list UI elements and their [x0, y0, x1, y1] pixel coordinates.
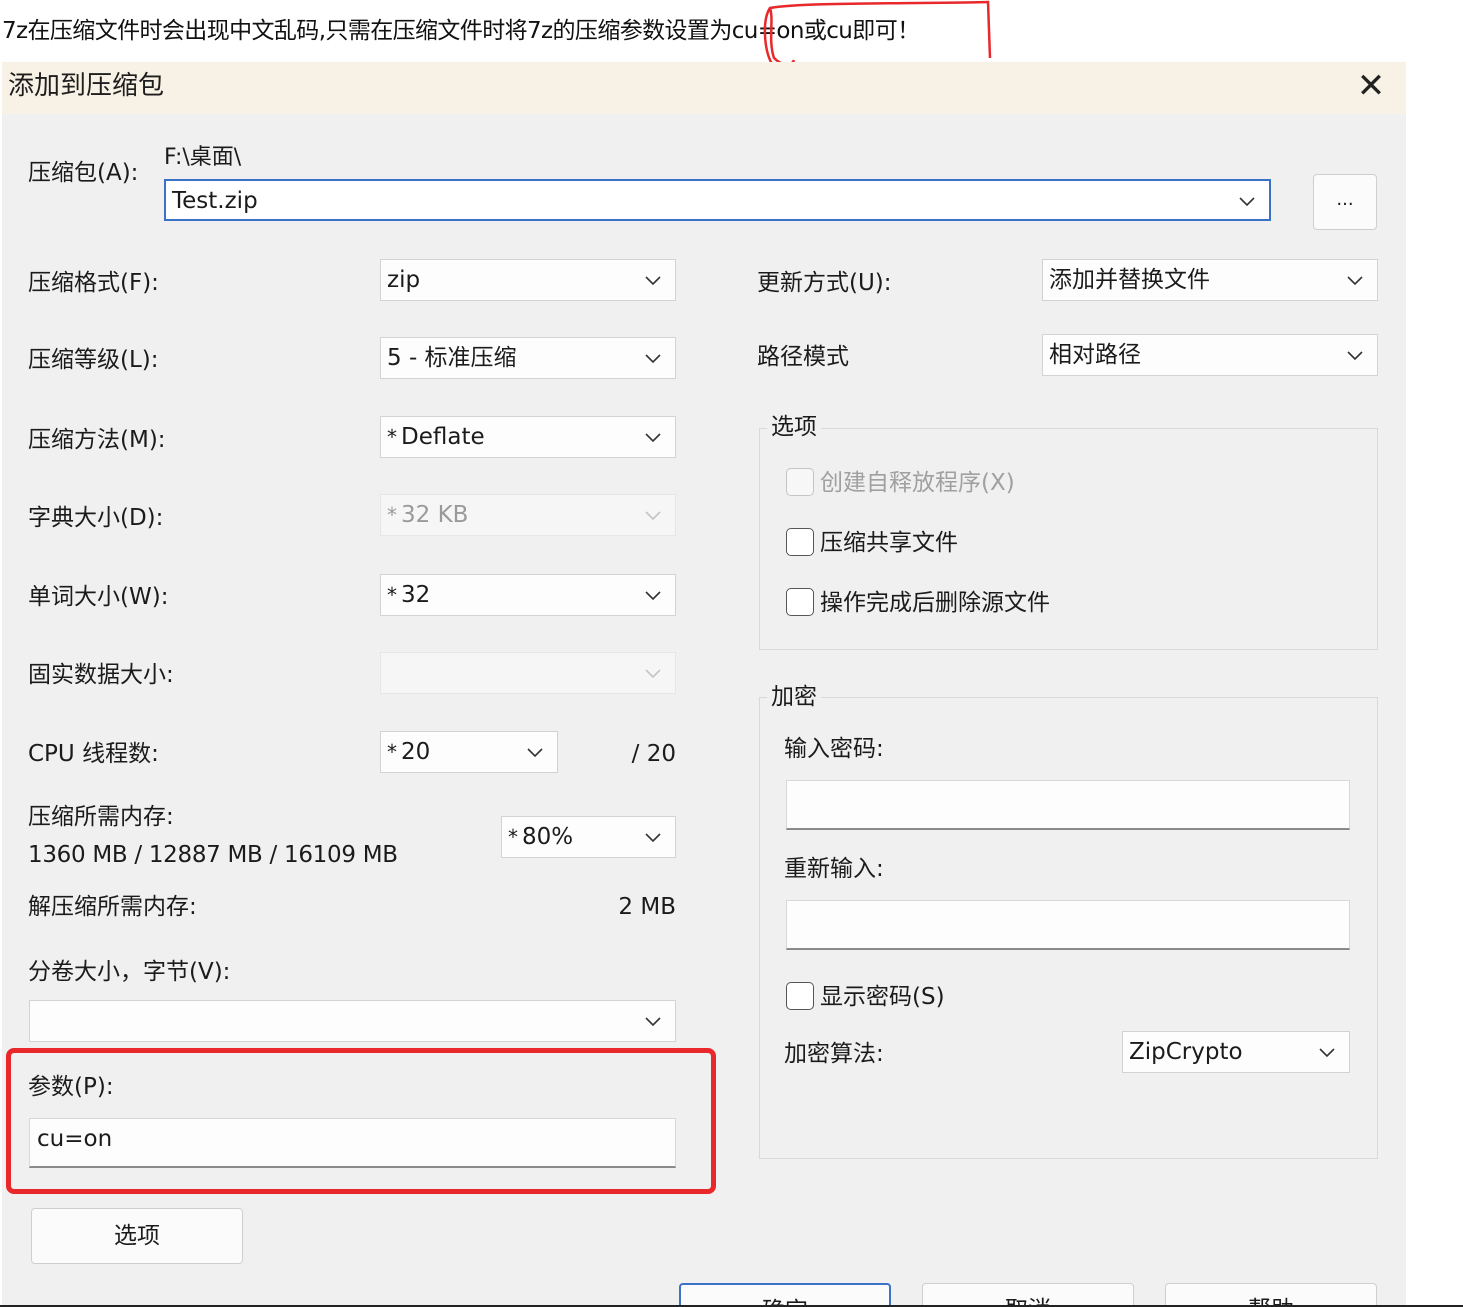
default-marker: *: [387, 740, 397, 764]
update-mode-value: 添加并替换文件: [1049, 267, 1210, 293]
format-label: 压缩格式(F):: [28, 270, 159, 296]
format-value: zip: [387, 267, 421, 293]
default-marker: *: [387, 503, 397, 527]
encryption-method-select[interactable]: ZipCrypto: [1122, 1031, 1350, 1073]
decompress-memory-value: 2 MB: [618, 894, 676, 920]
close-icon[interactable]: ✕: [1350, 66, 1392, 108]
encryption-group-title: 加密: [767, 681, 821, 713]
default-marker: *: [387, 583, 397, 607]
archive-path: F:\桌面\: [164, 145, 242, 170]
path-mode-select[interactable]: 相对路径: [1042, 334, 1378, 376]
volume-label: 分卷大小，字节(V):: [28, 959, 231, 985]
encryption-method-value: ZipCrypto: [1129, 1039, 1243, 1065]
volume-combobox[interactable]: [29, 1000, 676, 1042]
update-mode-label: 更新方式(U):: [757, 270, 892, 296]
memory-value: 80%: [522, 824, 574, 850]
archive-name-combobox[interactable]: Test.zip: [164, 179, 1271, 221]
shared-files-checkbox[interactable]: [786, 528, 814, 556]
title-bar: 添加到压缩包 ✕: [2, 62, 1406, 114]
path-mode-value: 相对路径: [1049, 342, 1141, 368]
memory-label: 压缩所需内存:: [28, 804, 174, 830]
encryption-method-label: 加密算法:: [784, 1041, 884, 1067]
level-label: 压缩等级(L):: [28, 347, 159, 373]
cpu-label: CPU 线程数:: [28, 741, 159, 767]
chevron-down-icon[interactable]: [643, 270, 663, 290]
level-value: 5 - 标准压缩: [387, 345, 517, 371]
cpu-value: 20: [401, 739, 431, 765]
default-marker: *: [387, 425, 397, 449]
chevron-down-icon[interactable]: [1237, 191, 1257, 211]
chevron-down-icon[interactable]: [643, 1011, 663, 1031]
chevron-down-icon[interactable]: [1345, 270, 1365, 290]
sfx-label: 创建自释放程序(X): [820, 470, 1015, 496]
reenter-password-label: 重新输入:: [784, 856, 884, 882]
chevron-down-icon[interactable]: [1345, 345, 1365, 365]
cpu-select[interactable]: * 20: [380, 731, 558, 773]
delete-source-checkbox[interactable]: [786, 588, 814, 616]
chevron-down-icon[interactable]: [643, 827, 663, 847]
update-mode-select[interactable]: 添加并替换文件: [1042, 259, 1378, 301]
password-input[interactable]: [786, 780, 1350, 830]
ok-button[interactable]: 确定: [679, 1283, 891, 1307]
reenter-password-input[interactable]: [786, 900, 1350, 950]
archive-label: 压缩包(A):: [28, 160, 139, 186]
show-password-checkbox[interactable]: [786, 982, 814, 1010]
default-marker: *: [508, 825, 518, 849]
archive-name-value: Test.zip: [172, 188, 258, 214]
method-value: Deflate: [401, 424, 485, 450]
chevron-down-icon: [643, 663, 663, 683]
shared-files-label: 压缩共享文件: [820, 530, 958, 556]
level-select[interactable]: 5 - 标准压缩: [380, 337, 676, 379]
chevron-down-icon[interactable]: [1317, 1042, 1337, 1062]
params-highlight-box: [6, 1048, 716, 1194]
solid-select: [380, 652, 676, 694]
options-group-title: 选项: [767, 411, 821, 443]
path-mode-label: 路径模式: [757, 344, 849, 370]
dialog-title: 添加到压缩包: [8, 71, 165, 101]
password-label: 输入密码:: [784, 736, 884, 762]
options-button[interactable]: 选项: [31, 1208, 243, 1264]
chevron-down-icon[interactable]: [643, 427, 663, 447]
memory-select[interactable]: * 80%: [501, 816, 676, 858]
word-select[interactable]: * 32: [380, 574, 676, 616]
add-to-archive-dialog: 添加到压缩包 ✕ 压缩包(A): F:\桌面\ Test.zip ... 压缩格…: [2, 62, 1406, 1307]
browse-button[interactable]: ...: [1313, 174, 1377, 230]
solid-label: 固实数据大小:: [28, 662, 174, 688]
chevron-down-icon[interactable]: [525, 742, 545, 762]
word-label: 单词大小(W):: [28, 584, 169, 610]
dict-value: 32 KB: [401, 502, 469, 528]
dict-select: * 32 KB: [380, 494, 676, 536]
help-button[interactable]: 帮助: [1165, 1283, 1377, 1307]
cpu-total: / 20: [631, 741, 676, 767]
chevron-down-icon[interactable]: [643, 348, 663, 368]
dict-label: 字典大小(D):: [28, 505, 164, 531]
delete-source-label: 操作完成后删除源文件: [820, 590, 1050, 616]
cancel-button[interactable]: 取消: [922, 1283, 1134, 1307]
method-select[interactable]: * Deflate: [380, 416, 676, 458]
chevron-down-icon[interactable]: [643, 585, 663, 605]
format-select[interactable]: zip: [380, 259, 676, 301]
decompress-memory-label: 解压缩所需内存:: [28, 894, 197, 920]
chevron-down-icon: [643, 505, 663, 525]
method-label: 压缩方法(M):: [28, 427, 166, 453]
sfx-checkbox: [786, 468, 814, 496]
word-value: 32: [401, 582, 431, 608]
show-password-label: 显示密码(S): [820, 984, 945, 1010]
memory-detail: 1360 MB / 12887 MB / 16109 MB: [28, 842, 398, 868]
